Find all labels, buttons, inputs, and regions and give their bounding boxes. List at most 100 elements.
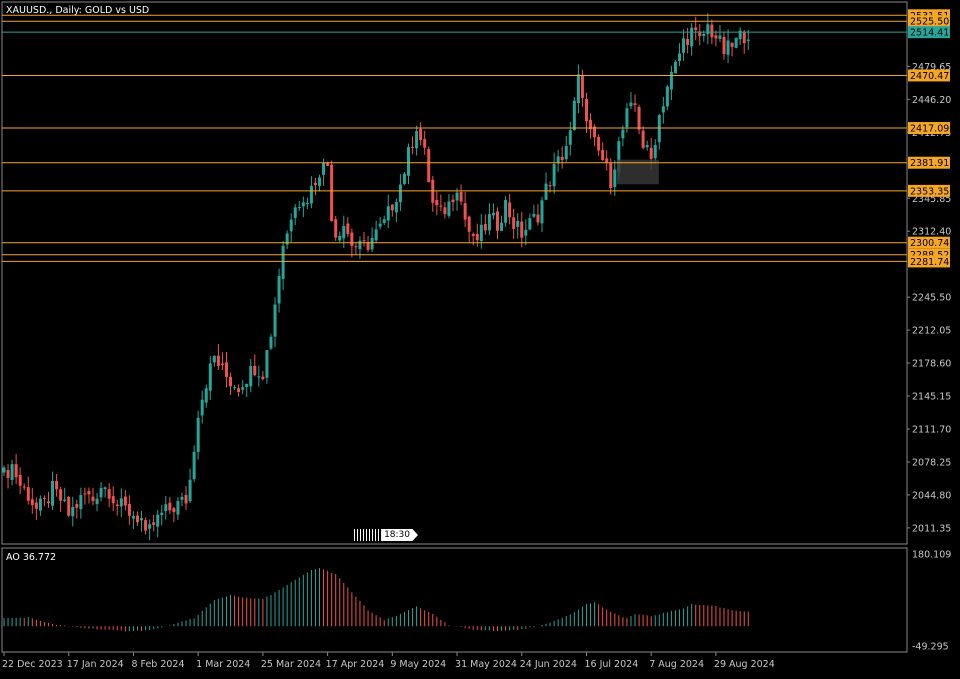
price-label: 2353.35 [910, 186, 949, 197]
candle-body [584, 99, 588, 122]
candle-body [447, 201, 451, 216]
candle-body [669, 71, 673, 90]
candle-body [645, 145, 649, 148]
candle-body [208, 363, 212, 391]
candle-body [59, 489, 63, 501]
candle-body [524, 229, 528, 236]
price-label: 2514.41 [910, 28, 949, 39]
x-tick-label: 7 Aug 2024 [649, 659, 704, 670]
candle-body [415, 131, 419, 149]
candle-body [629, 102, 633, 107]
candle-body [245, 383, 249, 387]
candle-body [601, 149, 605, 161]
candle-body [722, 36, 726, 55]
candle-body [407, 147, 410, 176]
x-tick-label: 17 Jan 2024 [67, 659, 124, 670]
candle-body [144, 520, 148, 531]
candle-body [487, 214, 491, 231]
candle-body [14, 464, 18, 478]
candle-body [131, 515, 135, 519]
candle-body [152, 522, 156, 525]
chart-canvas[interactable]: 2011.35 2044.80 2078.25 2111.70 2145.15 2178.… [0, 0, 960, 675]
candle-body [67, 497, 71, 516]
candle-body [313, 183, 317, 185]
candle-body [326, 163, 330, 166]
chart-shift-marker[interactable]: 18:30 [354, 528, 418, 542]
candle-body [576, 74, 580, 103]
candle-body [273, 304, 277, 337]
candle-body [390, 204, 394, 211]
candle-body [140, 518, 144, 521]
candle-body [702, 34, 706, 37]
candle-body [180, 496, 184, 500]
candle-body [686, 38, 690, 45]
candle-body [253, 365, 257, 376]
y-tick-label: 2312.40 [912, 227, 951, 238]
candle-body [334, 219, 338, 238]
candle-body [370, 237, 374, 250]
candle-body [229, 376, 233, 387]
candle-body [2, 467, 6, 473]
candle-body [382, 219, 386, 223]
candle-body [463, 203, 467, 220]
candle-body [613, 169, 617, 188]
candle-body [71, 506, 75, 517]
candle-body [451, 199, 455, 203]
shift-marker-label: 18:30 [381, 529, 418, 541]
candle-body [564, 145, 568, 160]
candle-body [281, 245, 285, 279]
candle-body [419, 128, 423, 141]
candle-body [346, 223, 350, 234]
price-label: 2470.47 [910, 71, 949, 82]
candle-body [330, 164, 334, 222]
candle-body [552, 164, 556, 187]
y-tick-label: 2078.25 [912, 457, 951, 468]
candle-body [269, 336, 273, 349]
candle-body [512, 217, 516, 229]
y-tick-label: 2212.05 [912, 326, 951, 337]
price-label: 2525.50 [910, 17, 949, 28]
x-tick-label: 25 Mar 2024 [261, 659, 321, 670]
candle-body [621, 129, 625, 139]
x-tick-label: 1 Mar 2024 [196, 659, 250, 670]
x-tick-label: 22 Dec 2023 [2, 659, 63, 670]
candle-body [726, 40, 730, 55]
candle-body [657, 115, 661, 143]
candle-body [402, 173, 406, 184]
candle-body [63, 499, 67, 501]
candle-body [204, 388, 208, 403]
candle-body [568, 130, 572, 145]
x-tick-label: 17 Apr 2024 [326, 659, 385, 670]
candle-body [119, 498, 123, 507]
candle-body [99, 487, 103, 498]
candle-body [34, 502, 38, 509]
candle-body [411, 146, 415, 148]
candle-body [661, 106, 665, 113]
candle-body [516, 220, 520, 227]
candle-body [548, 185, 552, 187]
candle-body [241, 387, 245, 390]
candle-body [544, 183, 548, 200]
candle-body [156, 514, 160, 527]
x-tick-label: 24 Jun 2024 [520, 659, 577, 670]
candle-body [366, 242, 370, 250]
x-tick-label: 29 Aug 2024 [714, 659, 775, 670]
candle-body [504, 199, 508, 223]
candle-body [192, 451, 196, 480]
candle-body [528, 218, 532, 230]
candle-body [301, 202, 305, 207]
trading-chart[interactable]: 2011.35 2044.80 2078.25 2111.70 2145.15 2178.… [0, 0, 960, 675]
price-label: 2417.09 [910, 124, 949, 135]
x-tick-label: 8 Feb 2024 [131, 659, 184, 670]
price-label: 2281.74 [910, 257, 949, 268]
candle-body [233, 387, 237, 389]
y-tick-label: 2446.20 [912, 95, 951, 106]
candle-body [649, 147, 653, 159]
price-label: 2300.74 [910, 238, 949, 249]
candle-body [123, 496, 127, 506]
candle-body [42, 497, 46, 499]
candle-body [641, 130, 645, 148]
candle-body [354, 246, 358, 248]
candle-body [168, 502, 172, 511]
candle-body [30, 499, 34, 506]
